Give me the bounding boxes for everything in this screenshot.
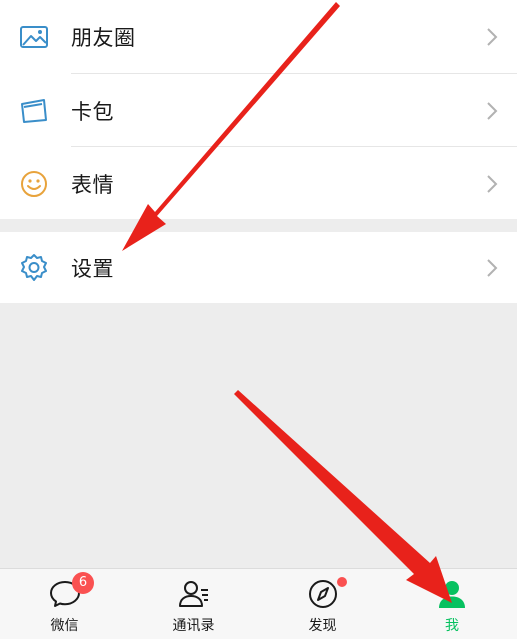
menu-item-settings[interactable]: 设置 [0,232,517,303]
settings-gear-icon [18,252,50,284]
tab-label: 通讯录 [172,618,215,634]
tab-discover[interactable]: 发现 [258,569,387,639]
tab-label: 发现 [308,618,337,634]
menu-group-main: 朋友圈 卡包 表情 [0,0,517,219]
chevron-right-icon [485,26,499,48]
compass-icon [306,577,340,611]
bottom-tab-bar: 6 微信 通讯录 发现 我 [0,568,517,639]
chevron-right-icon [485,100,499,122]
person-icon [435,577,469,611]
menu-item-label: 设置 [71,256,114,281]
emoji-icon [18,168,50,200]
menu-group-settings: 设置 [0,232,517,303]
menu-item-label: 表情 [71,172,114,197]
tab-contacts[interactable]: 通讯录 [129,569,258,639]
unread-count-badge: 6 [72,572,94,594]
new-content-dot [337,577,347,587]
tab-label: 我 [445,618,459,634]
tab-chats[interactable]: 6 微信 [0,569,129,639]
chevron-right-icon [485,257,499,279]
menu-item-emoji[interactable]: 表情 [0,147,517,220]
card-wallet-icon [18,95,50,127]
moments-icon [18,21,50,53]
menu-item-moments[interactable]: 朋友圈 [0,0,517,73]
menu-item-label: 朋友圈 [71,25,136,50]
chevron-right-icon [485,173,499,195]
menu-item-label: 卡包 [71,99,114,124]
tab-label: 微信 [50,618,79,634]
menu-item-card-wallet[interactable]: 卡包 [0,74,517,147]
contacts-icon [177,577,211,611]
tab-me[interactable]: 我 [387,569,517,639]
